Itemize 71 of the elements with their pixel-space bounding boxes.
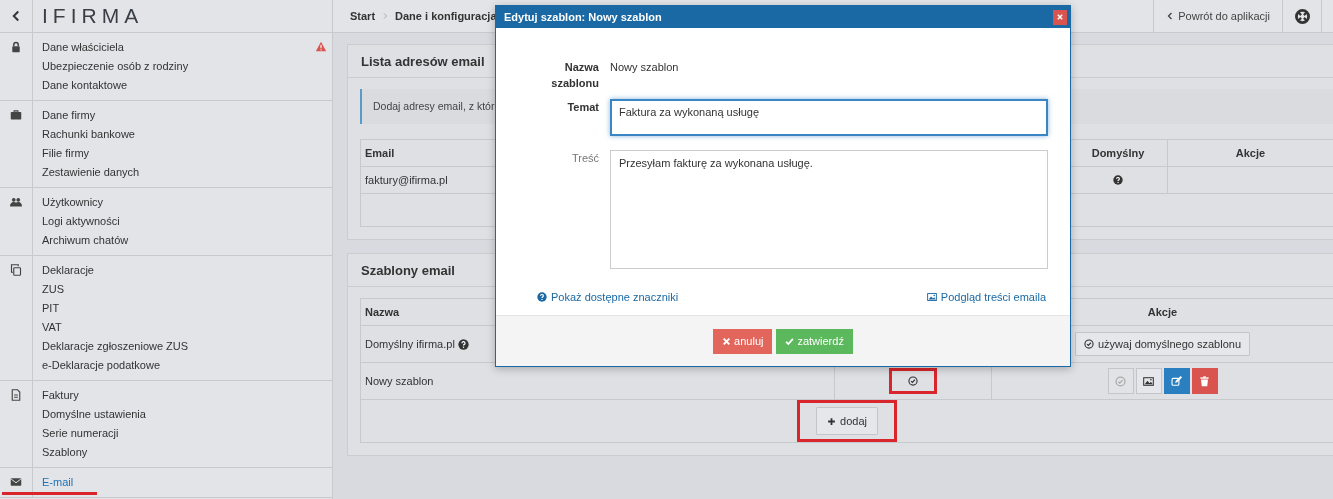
- lock-icon: [10, 41, 22, 53]
- cell-text: Domyślny ifirma.pl: [365, 338, 455, 350]
- sidebar-item[interactable]: Użytkownicy: [42, 195, 104, 208]
- text-area[interactable]: Faktura za wykonaną usługę: [610, 99, 1048, 136]
- column-header: Akcje: [1235, 147, 1266, 159]
- column-header: Akcje: [1147, 306, 1178, 318]
- chevron-left-icon: [10, 10, 22, 22]
- column-header: Email: [365, 147, 395, 159]
- trash-icon: [1199, 375, 1210, 387]
- column-header: Nazwa: [365, 306, 400, 318]
- chevron-right-icon: [381, 12, 390, 20]
- sidebar-item[interactable]: Dane firmy: [42, 108, 96, 121]
- sidebar-item[interactable]: Deklaracje: [42, 263, 94, 276]
- column-header: Domyślny: [1091, 147, 1145, 159]
- breadcrumb-link[interactable]: Dane i konfiguracja: [395, 10, 497, 22]
- sidebar-item[interactable]: Filie firmy: [42, 146, 90, 159]
- sidebar-item[interactable]: PIT: [42, 301, 60, 314]
- briefcase-icon: [10, 109, 22, 121]
- image-icon: [1143, 375, 1154, 387]
- lifebuoy-icon: [1294, 8, 1310, 24]
- check-circle-icon: [1083, 339, 1094, 349]
- help-button[interactable]: [1282, 0, 1322, 32]
- sidebar-item[interactable]: Dane kontaktowe: [42, 78, 127, 91]
- envelope-icon: [10, 476, 22, 488]
- edit-icon: [1171, 375, 1182, 387]
- field-value: Nowy szablon: [610, 60, 680, 75]
- link[interactable]: Pokaż dostępne znaczniki: [537, 291, 679, 303]
- field-label: Temat: [566, 100, 599, 115]
- field-label: Treść: [570, 151, 599, 166]
- edit-button[interactable]: [1163, 368, 1190, 394]
- breadcrumb-link[interactable]: Start: [350, 10, 376, 22]
- sidebar-item[interactable]: VAT: [42, 320, 62, 333]
- sidebar-item[interactable]: e-Deklaracje podatkowe: [42, 358, 160, 371]
- sidebar-item[interactable]: Zestawienie danych: [42, 165, 140, 178]
- link[interactable]: Podgląd treści emaila: [926, 291, 1046, 303]
- sidebar-item[interactable]: Ubezpieczenie osób z rodziny: [42, 59, 189, 72]
- add-button[interactable]: dodaj: [816, 407, 878, 435]
- sidebar-item[interactable]: Domyślne ustawienia: [42, 407, 146, 420]
- collapse-button[interactable]: [10, 10, 22, 22]
- help-icon: [537, 292, 547, 302]
- sidebar-item[interactable]: Dane właściciela: [42, 40, 124, 53]
- close-icon: [1055, 12, 1065, 22]
- sidebar-item[interactable]: Faktury: [42, 388, 79, 401]
- x-icon: [722, 336, 732, 346]
- sidebar-item[interactable]: Serie numeracji: [42, 426, 119, 439]
- close-button[interactable]: [1053, 9, 1067, 25]
- users-icon: [10, 196, 22, 208]
- chevron-left-icon: [1166, 12, 1175, 20]
- sidebar-item[interactable]: Logi aktywności: [42, 214, 120, 227]
- document-icon: [10, 389, 22, 401]
- sidebar-item[interactable]: Archiwum chatów: [42, 233, 129, 246]
- sidebar-item[interactable]: Szablony: [42, 445, 88, 458]
- sidebar-item[interactable]: Rachunki bankowe: [42, 127, 135, 140]
- sidebar-item[interactable]: Deklaracje zgłoszeniowe ZUS: [42, 339, 189, 352]
- documents-icon: [10, 264, 22, 276]
- delete-button[interactable]: [1191, 368, 1218, 394]
- preview-button[interactable]: [1135, 368, 1162, 394]
- check-circle-icon: [908, 376, 918, 386]
- default-template-button[interactable]: używaj domyślnego szablonu: [1074, 332, 1251, 356]
- logo: IFIRMA: [41, 3, 144, 29]
- sidebar-item[interactable]: E-mail: [42, 475, 74, 488]
- cell-text: Nowy szablon: [365, 375, 434, 387]
- plus-icon: [827, 416, 837, 426]
- back-link[interactable]: Powrót do aplikacji: [1153, 0, 1282, 32]
- cell-text: faktury@ifirma.pl: [365, 174, 448, 186]
- dialog-title: Edytuj szablon: Nowy szablon: [504, 11, 662, 23]
- image-icon: [926, 292, 937, 302]
- text-area[interactable]: Przesyłam fakturę za wykonana usługę.: [610, 150, 1048, 269]
- check-icon: [785, 336, 795, 346]
- check-circle-icon: [1115, 375, 1126, 387]
- sidebar-item[interactable]: ZUS: [42, 282, 64, 295]
